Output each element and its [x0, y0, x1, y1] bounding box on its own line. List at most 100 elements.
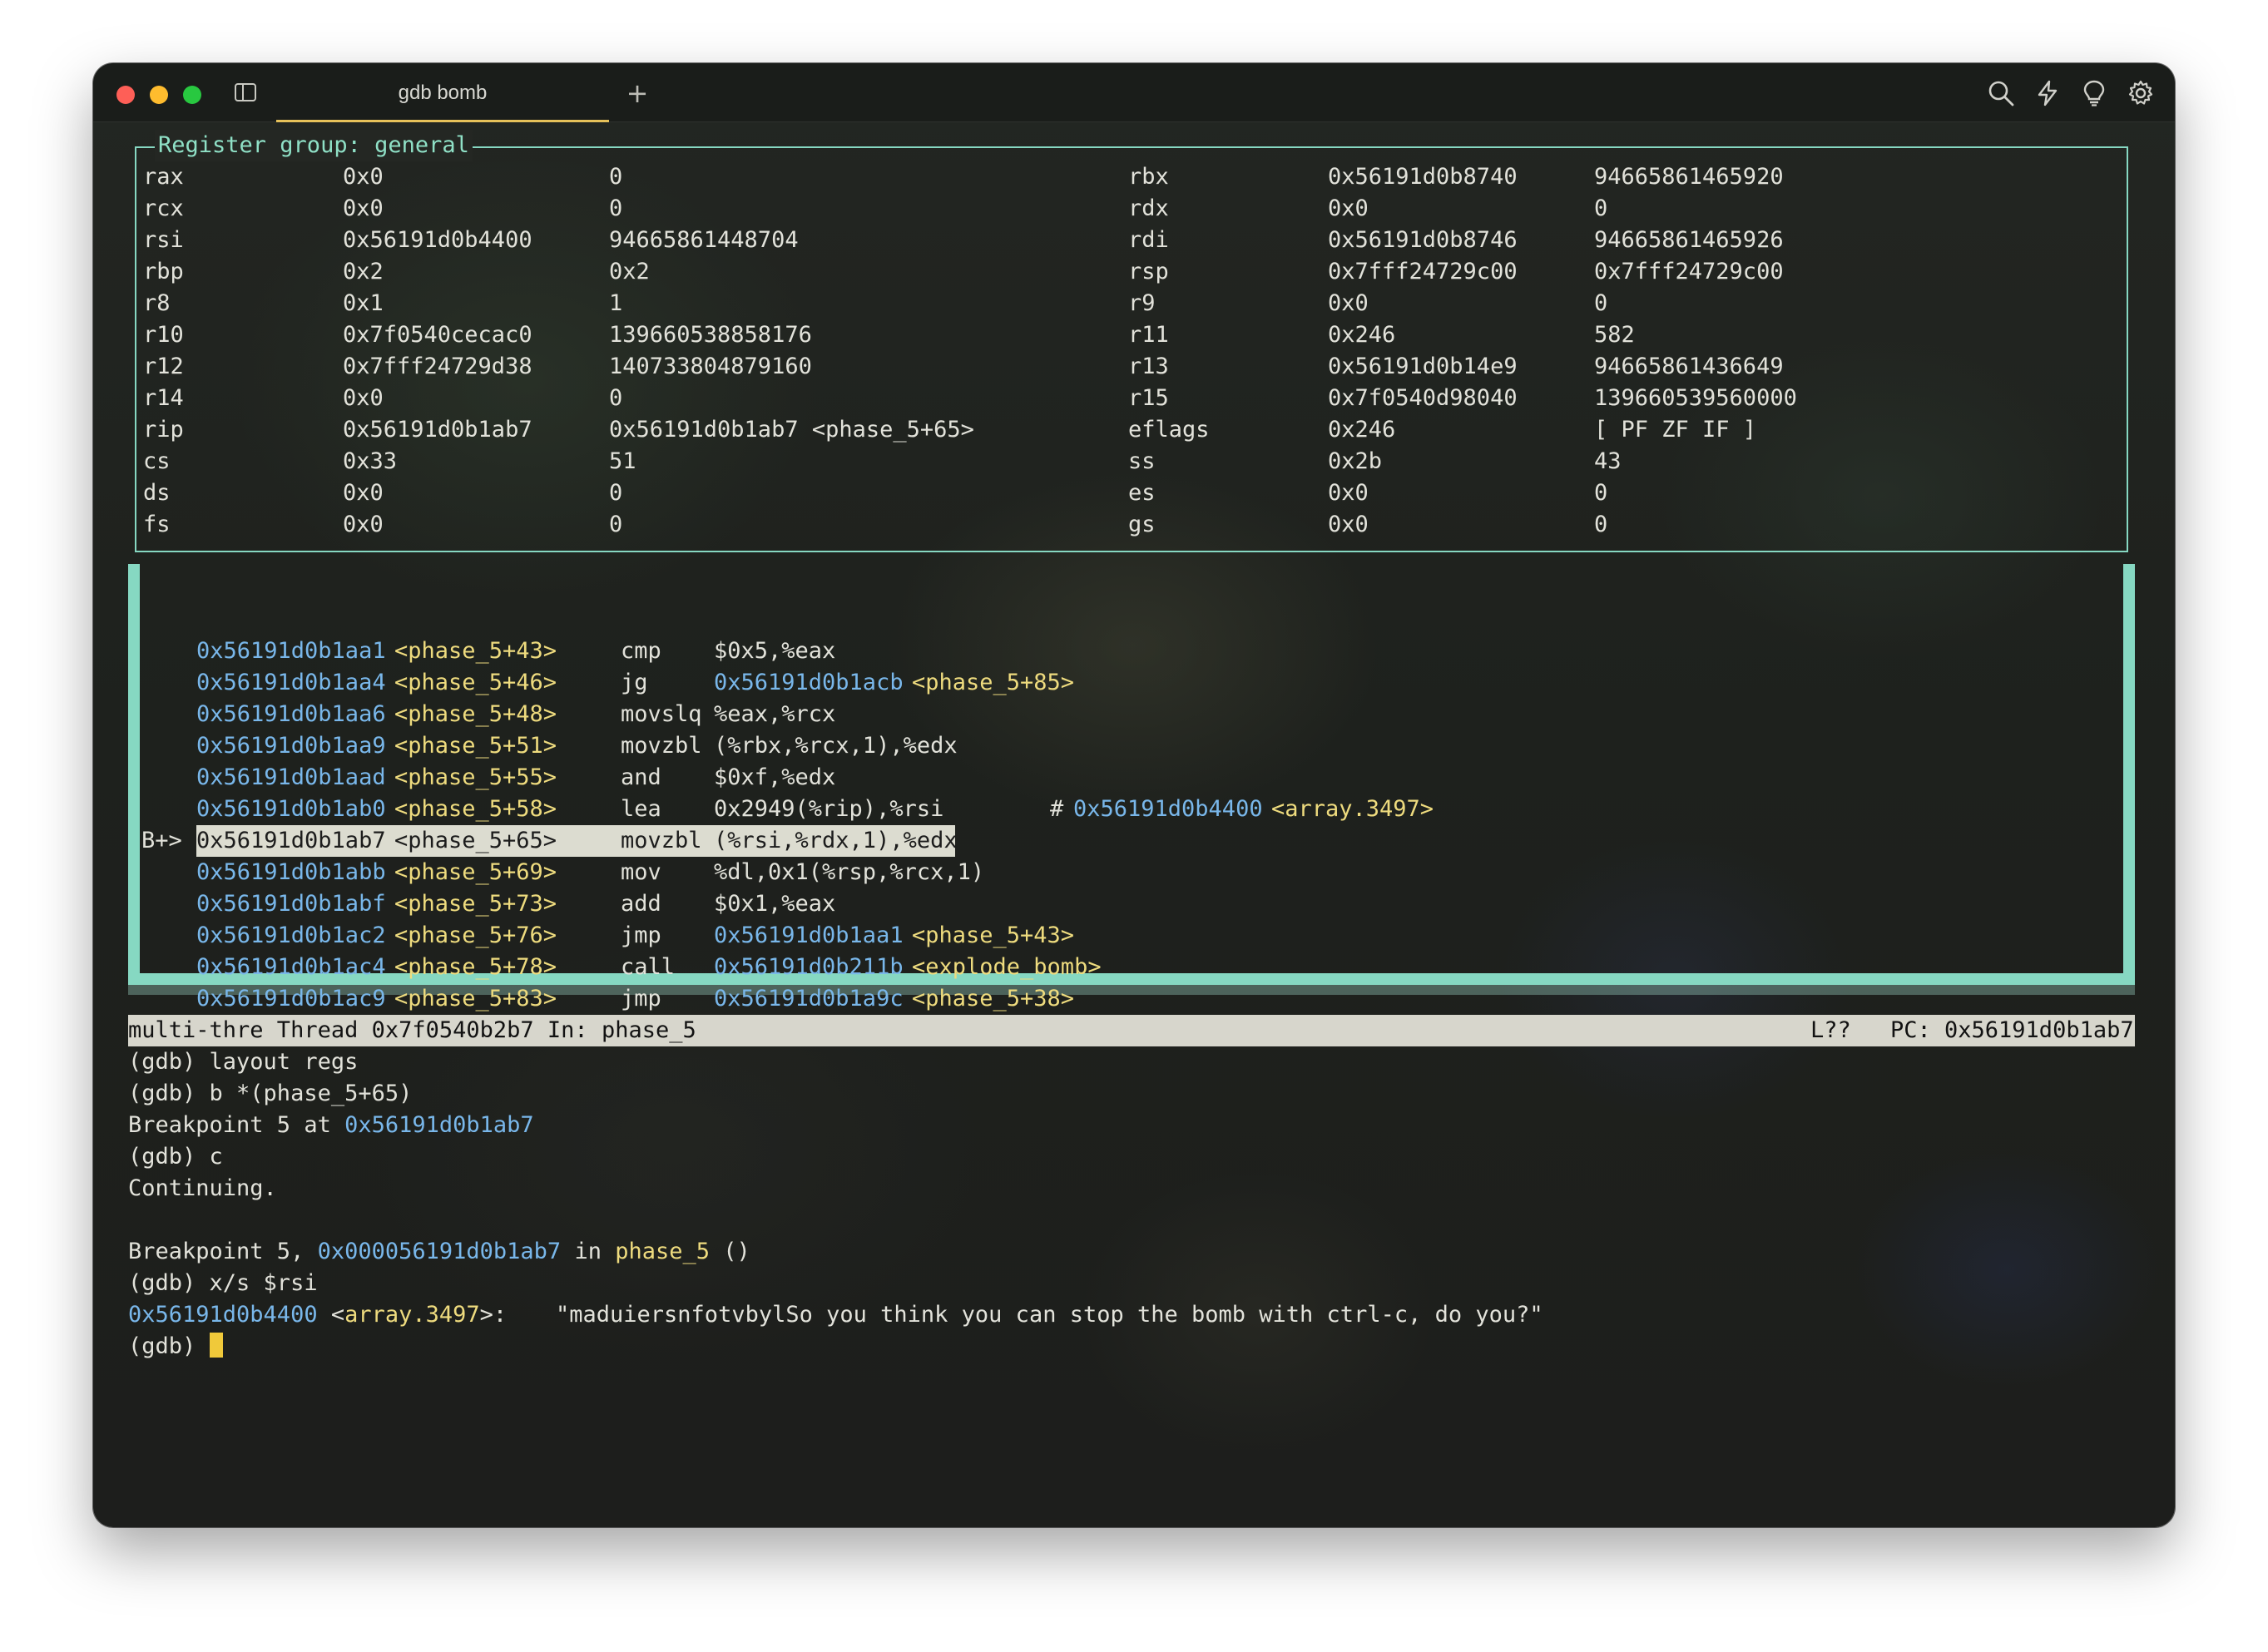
instruction-symbol: <phase_5+69>	[394, 859, 557, 885]
instruction-opcode: jg	[621, 670, 648, 695]
register-hex: 0x0	[343, 385, 384, 411]
register-hex: 0x0	[1328, 195, 1369, 221]
instruction-symbol: <phase_5+48>	[394, 701, 557, 727]
instruction-operands: 0x2949(%rip),%rsi	[714, 796, 944, 822]
register-name: es	[1128, 480, 1156, 506]
instruction-opcode: jmp	[621, 986, 661, 1011]
instruction-opcode: movzbl	[621, 828, 702, 853]
status-line: L??	[1810, 1017, 1851, 1043]
instruction-address: 0x56191d0b1ac2	[196, 922, 386, 948]
register-name: rsp	[1128, 259, 1169, 284]
register-name: r13	[1128, 354, 1169, 379]
assembly-row: 0x56191d0b1ac9 <phase_5+83> jmp 0x56191d0b1…	[93, 983, 2175, 1015]
register-value: 51	[609, 448, 636, 474]
register-name: rbp	[143, 259, 184, 284]
instruction-opcode: jmp	[621, 922, 661, 948]
register-hex: 0x0	[1328, 290, 1369, 316]
gear-icon[interactable]	[2127, 79, 2155, 107]
instruction-operands: (%rbx,%rcx,1),%edx	[714, 733, 958, 759]
register-name: r12	[143, 354, 184, 379]
register-value: 139660539560000	[1594, 385, 1797, 411]
console-line: (gdb) b *(phase_5+65)	[128, 1081, 413, 1106]
prompt-text: (gdb)	[128, 1333, 210, 1359]
instruction-symbol: <phase_5+73>	[394, 891, 557, 917]
register-value: 0	[609, 385, 623, 411]
zoom-window-button[interactable]	[183, 86, 201, 104]
register-hex: 0x2	[343, 259, 384, 284]
assembly-row: 0x56191d0b1ac2 <phase_5+76> jmp 0x56191d0b1…	[93, 920, 2175, 952]
register-value: 94665861448704	[609, 227, 799, 253]
instruction-address: 0x56191d0b1aa1	[196, 638, 386, 664]
register-name: r10	[143, 322, 184, 348]
console-line: 0x56191d0b4400 <array.3497>: "maduiersnfo…	[128, 1299, 1543, 1331]
assembly-row: 0x56191d0b1aa6 <phase_5+48> movslq %eax,%rc…	[93, 699, 2175, 730]
console-prompt[interactable]: (gdb)	[128, 1331, 223, 1363]
register-name: fs	[143, 512, 171, 537]
register-hex: 0x0	[343, 195, 384, 221]
register-value: 0x2	[609, 259, 650, 284]
assembly-row: 0x56191d0b1aa4 <phase_5+46> jg 0x56191d0b1a…	[93, 667, 2175, 699]
register-value: 94665861465920	[1594, 164, 1784, 190]
console-line: Continuing.	[128, 1175, 277, 1201]
lightning-icon[interactable]	[2033, 79, 2062, 107]
terminal-window: gdb bomb + Register group: general rax 0x…	[93, 63, 2175, 1527]
instruction-opcode: movslq	[621, 701, 702, 727]
minimize-window-button[interactable]	[150, 86, 168, 104]
branch-target-symbol: <explode_bomb>	[912, 954, 1102, 980]
branch-target-symbol: <phase_5+38>	[912, 986, 1075, 1011]
register-value: 43	[1594, 448, 1622, 474]
console-line: (gdb) layout regs	[128, 1049, 359, 1075]
register-value: 0	[609, 480, 623, 506]
instruction-address: 0x56191d0b1ac9	[196, 986, 386, 1011]
instruction-address: 0x56191d0b1aa9	[196, 733, 386, 759]
console-text: in	[561, 1239, 616, 1264]
branch-target-symbol: <phase_5+43>	[912, 922, 1075, 948]
register-value: 0x56191d0b1ab7 <phase_5+65>	[609, 417, 974, 443]
console-line: (gdb) x/s $rsi	[128, 1270, 318, 1296]
instruction-operands: (%rsi,%rdx,1),%edx	[714, 828, 958, 853]
register-value: 0x7fff24729c00	[1594, 259, 1784, 284]
status-bar: multi-thre Thread 0x7f0540b2b7 In: phase…	[128, 1015, 2135, 1046]
register-hex: 0x246	[1328, 322, 1396, 348]
text-cursor	[209, 1333, 223, 1358]
register-name: rsi	[143, 227, 184, 253]
register-hex: 0x56191d0b8746	[1328, 227, 1518, 253]
register-value: 0	[1594, 290, 1608, 316]
assembly-row: 0x56191d0b1aa1 <phase_5+43> cmp $0x5,%eax	[93, 636, 2175, 667]
assembly-row: 0x56191d0b1aa9 <phase_5+51> movzbl (%rbx,%r…	[93, 730, 2175, 762]
register-hex: 0x7fff24729c00	[1328, 259, 1518, 284]
register-hex: 0x1	[343, 290, 384, 316]
register-value: 94665861436649	[1594, 354, 1784, 379]
register-name: r11	[1128, 322, 1169, 348]
instruction-operands: $0x1,%eax	[714, 891, 836, 917]
breakpoint-marker: B+>	[141, 828, 182, 853]
instruction-operands: %eax,%rcx	[714, 701, 836, 727]
instruction-address: 0x56191d0b1aad	[196, 764, 386, 790]
register-value: 0	[1594, 480, 1608, 506]
register-hex: 0x7f0540cecac0	[343, 322, 532, 348]
register-hex: 0x0	[343, 164, 384, 190]
register-hex: 0x56191d0b4400	[343, 227, 532, 253]
console-symbol: array.3497	[344, 1302, 480, 1328]
instruction-operands: $0xf,%edx	[714, 764, 836, 790]
tab-gdb-bomb[interactable]: gdb bomb	[276, 75, 609, 122]
close-window-button[interactable]	[116, 86, 135, 104]
console-address: 0x56191d0b4400	[128, 1302, 318, 1328]
register-hex: 0x0	[1328, 512, 1369, 537]
console-text: Breakpoint 5 at	[128, 1112, 345, 1138]
instruction-address: 0x56191d0b1ac4	[196, 954, 386, 980]
status-thread: multi-thre Thread 0x7f0540b2b7 In: phase…	[128, 1017, 696, 1043]
search-icon[interactable]	[1987, 79, 2015, 107]
sidebar-icon[interactable]	[235, 83, 256, 101]
register-name: ss	[1128, 448, 1156, 474]
assembly-row: 0x56191d0b1ac4 <phase_5+78> call 0x56191d0b…	[93, 952, 2175, 983]
comment-symbol: <array.3497>	[1271, 796, 1434, 822]
branch-target-address: 0x56191d0b1aa1	[714, 922, 904, 948]
terminal-content[interactable]: Register group: general rax 0x0 0 rbx 0x5619…	[93, 121, 2175, 1527]
register-value: 0	[1594, 512, 1608, 537]
lightbulb-icon[interactable]	[2080, 79, 2108, 107]
assembly-row: 0x56191d0b1aad <phase_5+55> and $0xf,%edx	[93, 762, 2175, 794]
new-tab-button[interactable]: +	[622, 78, 652, 108]
register-hex: 0x0	[343, 512, 384, 537]
register-name: ds	[143, 480, 171, 506]
